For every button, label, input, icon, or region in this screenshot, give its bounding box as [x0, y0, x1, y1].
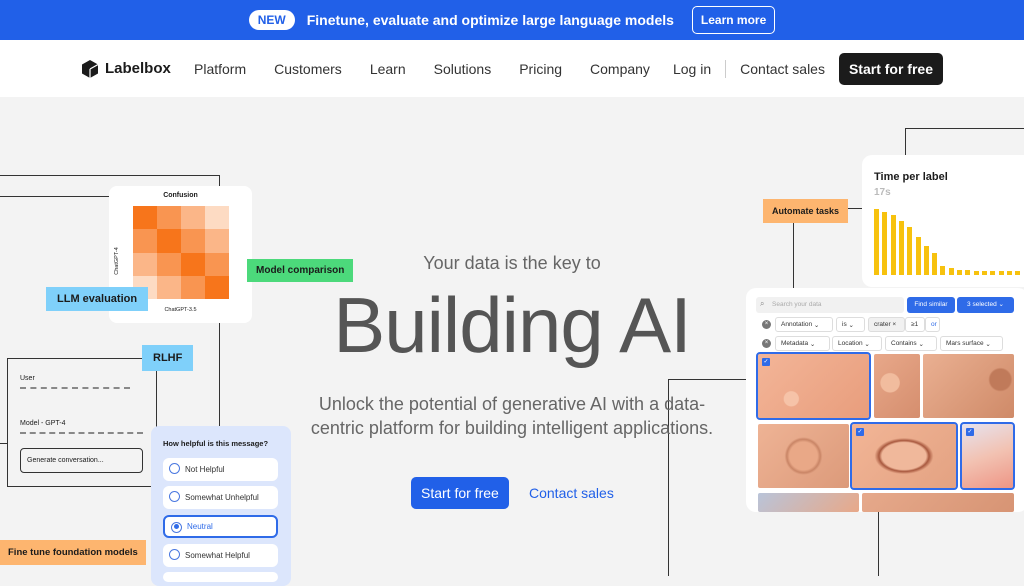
confusion-cell	[157, 229, 181, 253]
confusion-cell	[205, 229, 229, 253]
desc-line-1: Unlock the potential of generative AI wi…	[318, 394, 706, 414]
desc-line-2: centric platform for building intelligen…	[310, 418, 714, 438]
rlhf-user-label: User	[20, 375, 35, 382]
time-bar	[874, 209, 879, 275]
remove-filter-icon[interactable]: ×	[762, 320, 771, 329]
hero-start-free-button[interactable]: Start for free	[411, 477, 509, 509]
time-bar	[998, 271, 1004, 275]
time-bar	[932, 253, 938, 275]
image-thumbnail[interactable]	[874, 354, 920, 418]
confusion-cell	[181, 206, 205, 230]
image-thumbnail[interactable]	[758, 424, 849, 488]
filter-count[interactable]: ≥1	[905, 317, 925, 332]
filter-crater[interactable]: crater ×	[868, 317, 905, 332]
chevron-down-icon: ⌄	[998, 301, 1004, 308]
time-bar	[898, 220, 904, 275]
selected-dropdown[interactable]: 3 selected ⌄	[957, 297, 1014, 313]
option-not-helpful[interactable]: Not Helpful	[163, 458, 278, 481]
time-bar	[965, 270, 971, 275]
search-icon: ⌕	[760, 299, 765, 308]
confusion-cell	[157, 206, 181, 230]
hero-contact-sales-link[interactable]: Contact sales	[529, 485, 614, 501]
time-bar	[915, 236, 921, 275]
time-bar	[882, 211, 888, 275]
confusion-title: Confusion	[163, 192, 198, 199]
tag-automate-tasks: Automate tasks	[763, 199, 849, 223]
time-bar	[957, 269, 962, 275]
time-bar	[1006, 271, 1012, 275]
option-somewhat-helpful[interactable]: Somewhat Helpful	[163, 544, 278, 567]
time-chart-title: Time per label	[874, 171, 948, 183]
image-thumbnail-selected[interactable]	[960, 422, 1015, 490]
time-bar	[923, 245, 929, 275]
time-per-label-card: Time per label 17s	[862, 155, 1024, 287]
filter-or-button[interactable]: or	[925, 317, 940, 332]
time-bar	[990, 271, 996, 275]
option-neutral[interactable]: Neutral	[163, 515, 278, 538]
filter-metadata[interactable]: Metadata ⌄	[775, 336, 830, 351]
time-bar	[1015, 271, 1021, 275]
filter-mars-surface[interactable]: Mars surface ⌄	[940, 336, 1003, 351]
search-input[interactable]: ⌕ Search your data	[756, 297, 904, 313]
remove-filter-icon[interactable]: ×	[762, 339, 771, 348]
image-thumbnail-selected[interactable]	[756, 352, 871, 420]
image-thumbnail-selected[interactable]	[850, 422, 958, 490]
image-thumbnail[interactable]	[862, 493, 1014, 512]
helpfulness-question: How helpful is this message?	[163, 439, 269, 448]
time-bar	[981, 271, 987, 275]
selected-count: 3 selected	[967, 301, 997, 308]
time-bar	[907, 227, 913, 275]
time-bar	[948, 268, 954, 275]
confusion-cell	[133, 229, 157, 253]
generate-conversation-input[interactable]: Generate conversation...	[20, 448, 143, 473]
confusion-cell	[205, 206, 229, 230]
filter-annotation[interactable]: Annotation ⌄	[775, 317, 833, 332]
option-somewhat-unhelpful[interactable]: Somewhat Unhelpful	[163, 486, 278, 509]
search-placeholder: Search your data	[772, 301, 822, 308]
text-placeholder	[20, 387, 130, 389]
filter-contains[interactable]: Contains ⌄	[885, 336, 937, 351]
option-partial[interactable]	[163, 572, 278, 582]
data-search-card: ⌕ Search your data Find similar 3 select…	[746, 288, 1024, 512]
find-similar-button[interactable]: Find similar	[907, 297, 955, 313]
confusion-cell	[181, 229, 205, 253]
time-bar	[973, 271, 979, 275]
image-thumbnail[interactable]	[923, 354, 1014, 418]
image-thumbnail[interactable]	[758, 493, 859, 512]
filter-location[interactable]: Location ⌄	[832, 336, 882, 351]
time-bar	[940, 265, 946, 275]
filter-is[interactable]: is ⌄	[836, 317, 865, 332]
tag-fine-tune: Fine tune foundation models	[0, 540, 146, 565]
time-chart-value: 17s	[874, 187, 891, 198]
confusion-cell	[133, 206, 157, 230]
time-bar	[890, 214, 896, 275]
